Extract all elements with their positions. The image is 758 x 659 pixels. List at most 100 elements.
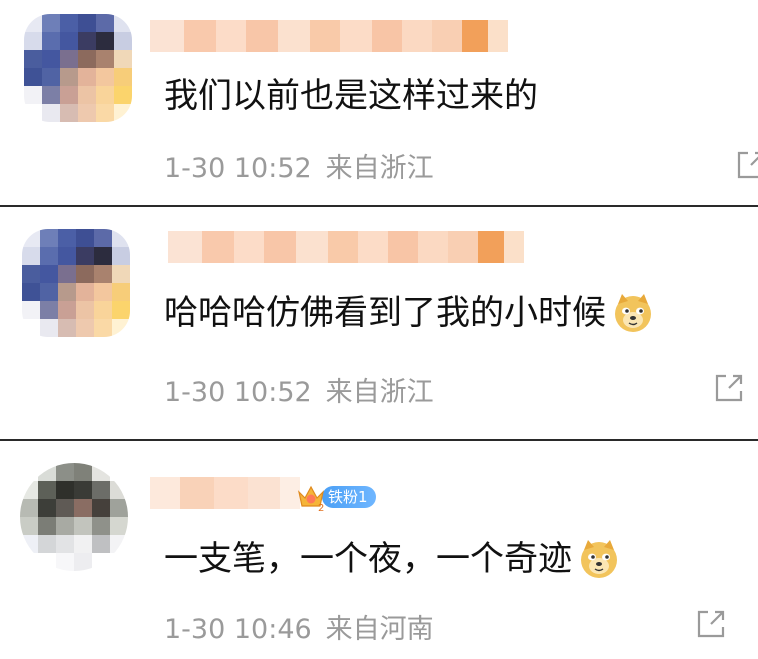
blur-cell: [296, 231, 328, 263]
mosaic-cell: [60, 104, 78, 122]
mosaic-cell: [92, 517, 110, 535]
mosaic-cell: [24, 86, 42, 104]
mosaic-cell: [110, 481, 128, 499]
mosaic-cell: [112, 229, 130, 247]
mosaic-cell: [114, 86, 132, 104]
mosaic-cell: [112, 283, 130, 301]
mosaic-cell: [96, 104, 114, 122]
mosaic-cell: [78, 86, 96, 104]
blur-cell: [234, 231, 264, 263]
mosaic-cell: [96, 68, 114, 86]
mosaic-cell: [110, 535, 128, 553]
blur-cell: [372, 20, 402, 52]
mosaic-cell: [20, 553, 38, 571]
mosaic-cell: [22, 247, 40, 265]
comment-item: 我们以前也是这样过来的 1-30 10:52 来自浙江: [0, 0, 758, 205]
doge-emoji-icon: [615, 294, 651, 332]
username-blurred[interactable]: [150, 477, 300, 509]
blur-cell: [462, 20, 488, 52]
mosaic-cell: [20, 463, 38, 481]
avatar[interactable]: [20, 463, 128, 571]
mosaic-cell: [94, 265, 112, 283]
blur-cell: [340, 20, 372, 52]
comment-text: 哈哈哈仿佛看到了我的小时候: [164, 291, 654, 335]
avatar[interactable]: [22, 229, 130, 337]
mosaic-cell: [76, 229, 94, 247]
comment-time: 1-30 10:52: [164, 377, 312, 408]
mosaic-cell: [74, 517, 92, 535]
comment-meta: 1-30 10:52 来自浙江: [164, 370, 434, 409]
mosaic-cell: [92, 499, 110, 517]
share-icon[interactable]: [736, 150, 758, 180]
mosaic-cell: [40, 265, 58, 283]
mosaic-cell: [114, 68, 132, 86]
comment-text: 一支笔，一个夜，一个奇迹: [164, 537, 620, 581]
blur-cell: [202, 231, 234, 263]
mosaic-cell: [92, 481, 110, 499]
mosaic-cell: [56, 499, 74, 517]
share-icon[interactable]: [714, 373, 744, 403]
mosaic-cell: [94, 229, 112, 247]
blur-cell: [478, 231, 504, 263]
mosaic-cell: [78, 104, 96, 122]
username-blurred[interactable]: [168, 231, 524, 263]
share-icon[interactable]: [696, 609, 726, 639]
mosaic-cell: [42, 14, 60, 32]
avatar[interactable]: [24, 14, 132, 122]
mosaic-cell: [38, 517, 56, 535]
mosaic-cell: [92, 535, 110, 553]
mosaic-cell: [114, 32, 132, 50]
mosaic-cell: [24, 32, 42, 50]
mosaic-cell: [112, 247, 130, 265]
comment-item: 哈哈哈仿佛看到了我的小时候 1-30 10:52 来自浙江: [0, 207, 758, 439]
mosaic-cell: [94, 319, 112, 337]
mosaic-cell: [58, 319, 76, 337]
mosaic-cell: [42, 104, 60, 122]
mosaic-cell: [56, 535, 74, 553]
mosaic-cell: [114, 14, 132, 32]
mosaic-cell: [58, 283, 76, 301]
mosaic-cell: [60, 68, 78, 86]
blur-cell: [150, 477, 180, 509]
mosaic-cell: [74, 481, 92, 499]
mosaic-cell: [94, 247, 112, 265]
blur-cell: [184, 20, 216, 52]
comment-location: 来自河南: [325, 614, 434, 645]
mosaic-cell: [76, 301, 94, 319]
blur-cell: [180, 477, 214, 509]
mosaic-cell: [42, 50, 60, 68]
mosaic-cell: [96, 14, 114, 32]
mosaic-cell: [22, 301, 40, 319]
mosaic-cell: [56, 481, 74, 499]
mosaic-cell: [38, 535, 56, 553]
fan-badge[interactable]: 2 铁粉1: [296, 483, 376, 512]
mosaic-cell: [94, 283, 112, 301]
mosaic-cell: [60, 86, 78, 104]
svg-text:2: 2: [318, 503, 324, 512]
mosaic-cell: [20, 535, 38, 553]
mosaic-cell: [22, 229, 40, 247]
blur-cell: [328, 231, 358, 263]
comment-location: 来自浙江: [325, 377, 434, 408]
blur-cell: [418, 231, 448, 263]
mosaic-cell: [58, 265, 76, 283]
blur-cell: [248, 477, 280, 509]
username-blurred[interactable]: [150, 20, 508, 52]
blur-cell: [448, 231, 478, 263]
comment-text: 我们以前也是这样过来的: [164, 74, 538, 118]
mosaic-cell: [74, 463, 92, 481]
mosaic-cell: [74, 535, 92, 553]
mosaic-cell: [60, 14, 78, 32]
mosaic-cell: [24, 104, 42, 122]
mosaic-cell: [58, 247, 76, 265]
mosaic-cell: [110, 499, 128, 517]
mosaic-cell: [24, 50, 42, 68]
mosaic-cell: [96, 50, 114, 68]
mosaic-cell: [76, 265, 94, 283]
mosaic-cell: [94, 301, 112, 319]
comment-time: 1-30 10:52: [164, 153, 312, 184]
mosaic-cell: [42, 32, 60, 50]
mosaic-cell: [74, 499, 92, 517]
mosaic-cell: [40, 247, 58, 265]
blur-cell: [264, 231, 296, 263]
